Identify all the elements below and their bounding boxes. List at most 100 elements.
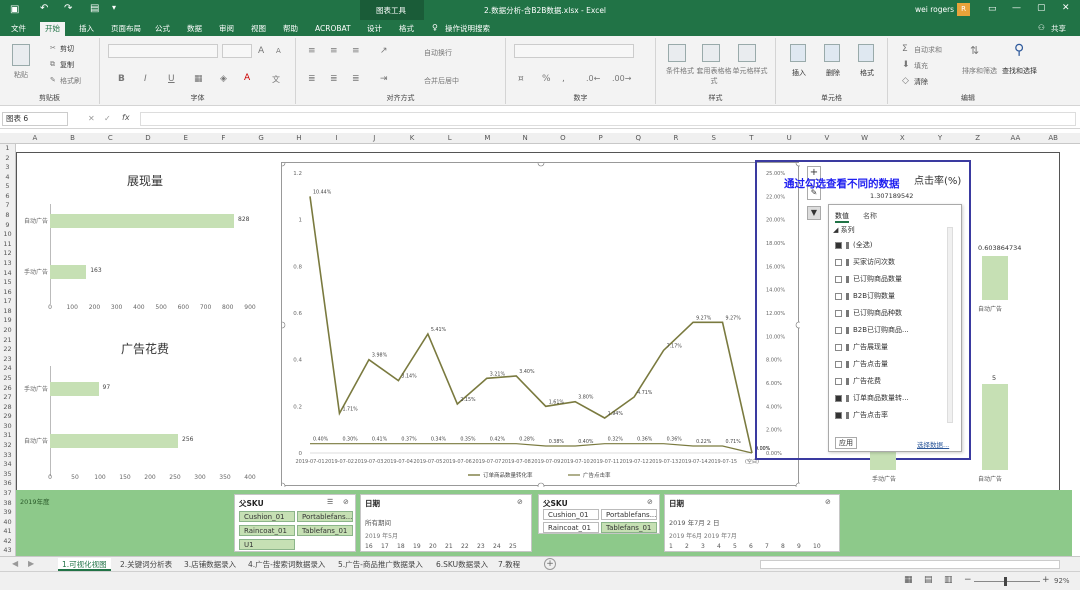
merge-center-button[interactable]: 合并后居中: [424, 76, 459, 86]
column-header[interactable]: P: [582, 133, 620, 144]
date-day[interactable]: 8: [781, 543, 785, 550]
row-header[interactable]: 22: [0, 345, 15, 355]
row-header[interactable]: 14: [0, 269, 15, 279]
clear-filter-icon[interactable]: ⊘: [343, 498, 349, 506]
zoom-out-button[interactable]: −: [964, 575, 972, 585]
confirm-entry-icon[interactable]: ✓: [104, 114, 111, 123]
row-header[interactable]: 19: [0, 316, 15, 326]
delete-cells-button[interactable]: 删除: [826, 68, 840, 78]
autosum-button[interactable]: 自动求和: [914, 45, 942, 55]
row-header[interactable]: 31: [0, 431, 15, 441]
tab-file[interactable]: 文件: [6, 22, 31, 36]
row-header[interactable]: 21: [0, 336, 15, 346]
sku-slicer-2[interactable]: 父SKU ⊘ Cushion_01 Portablefans... Rainco…: [538, 494, 660, 534]
comma-button[interactable]: ,: [562, 74, 565, 84]
maximize-icon[interactable]: ▢: [1037, 3, 1046, 13]
zoom-slider-thumb[interactable]: [1004, 577, 1007, 586]
add-sheet-button[interactable]: +: [544, 558, 556, 570]
column-header[interactable]: Q: [619, 133, 657, 144]
date-day[interactable]: 20: [429, 543, 437, 550]
italic-button[interactable]: I: [144, 74, 147, 84]
date-day[interactable]: 18: [397, 543, 405, 550]
sku-slicer-1[interactable]: 父SKU ☰ ⊘ Cushion_01 Portablefans... Rain…: [234, 494, 356, 552]
row-header[interactable]: 26: [0, 384, 15, 394]
column-header[interactable]: K: [393, 133, 431, 144]
column-header[interactable]: E: [167, 133, 205, 144]
date-slicer-1[interactable]: 日期 ⊘ 所有期间 2019 年5月 16 17 18 19 20 21 22 23 24 25: [360, 494, 532, 552]
row-header[interactable]: 12: [0, 249, 15, 259]
sheet-tab[interactable]: 1.可视化视图: [58, 558, 111, 571]
align-center-icon[interactable]: ≣: [330, 74, 338, 84]
formula-input[interactable]: [140, 112, 1076, 126]
align-left-icon[interactable]: ≣: [308, 74, 316, 84]
normal-view-icon[interactable]: ▦: [904, 575, 913, 585]
row-header[interactable]: 4: [0, 173, 15, 183]
sku-item[interactable]: U1: [239, 539, 295, 550]
row-header[interactable]: 32: [0, 441, 15, 451]
column-header[interactable]: M: [469, 133, 507, 144]
row-header[interactable]: 24: [0, 364, 15, 374]
column-header[interactable]: I: [318, 133, 356, 144]
filter-item[interactable]: 已订购商品种数: [835, 307, 902, 319]
column-header[interactable]: G: [242, 133, 280, 144]
checkbox[interactable]: [835, 309, 842, 317]
filter-tab-values[interactable]: 数值: [835, 211, 849, 223]
indent-icon[interactable]: ⇥: [380, 74, 388, 84]
column-header[interactable]: Z: [959, 133, 997, 144]
date-day[interactable]: 17: [381, 543, 389, 550]
row-header[interactable]: 42: [0, 537, 15, 547]
font-color-button[interactable]: A: [244, 73, 250, 83]
filter-item[interactable]: 订单商品数量转...: [835, 392, 909, 404]
date-day[interactable]: 1: [669, 543, 673, 550]
date-day[interactable]: 23: [477, 543, 485, 550]
row-header[interactable]: 6: [0, 192, 15, 202]
column-header[interactable]: AB: [1034, 133, 1072, 144]
save-icon[interactable]: ▣: [10, 4, 19, 15]
prev-sheet-icon[interactable]: ◀: [12, 559, 18, 568]
undo-icon[interactable]: ↶: [40, 3, 48, 14]
checkbox[interactable]: [835, 326, 842, 334]
date-day[interactable]: 22: [461, 543, 469, 550]
ribbon-display-icon[interactable]: ▭: [988, 4, 997, 14]
redo-icon[interactable]: ↷: [64, 3, 72, 14]
find-select-button[interactable]: 查找和选择: [1002, 66, 1037, 76]
date-day[interactable]: 19: [413, 543, 421, 550]
decrease-decimal-icon[interactable]: .00→: [612, 74, 631, 83]
minimize-icon[interactable]: —: [1012, 3, 1021, 13]
clear-filter-icon[interactable]: ⊘: [647, 498, 653, 506]
row-header[interactable]: 5: [0, 182, 15, 192]
clear-filter-icon[interactable]: ⊘: [517, 498, 523, 506]
name-box[interactable]: 图表 6: [2, 112, 68, 126]
zoom-level[interactable]: 92%: [1054, 577, 1070, 585]
row-header[interactable]: 20: [0, 326, 15, 336]
copy-button[interactable]: 复制: [60, 60, 74, 70]
filter-item[interactable]: 广告点击率: [835, 409, 888, 421]
filter-scrollbar[interactable]: [947, 227, 953, 423]
row-header[interactable]: 33: [0, 451, 15, 461]
clear-button[interactable]: 清除: [914, 77, 928, 87]
align-middle-icon[interactable]: ≡: [330, 46, 338, 56]
tab-chart-design[interactable]: 设计: [362, 22, 387, 36]
close-icon[interactable]: ✕: [1062, 3, 1070, 13]
column-header[interactable]: W: [846, 133, 884, 144]
conditional-format-icon[interactable]: [668, 44, 686, 62]
apply-button[interactable]: 应用: [835, 437, 857, 449]
underline-button[interactable]: U: [168, 74, 175, 84]
function-button[interactable]: fx: [122, 113, 130, 122]
row-header[interactable]: 30: [0, 422, 15, 432]
checkbox[interactable]: [835, 241, 842, 249]
increase-decimal-icon[interactable]: .0←: [586, 74, 600, 83]
date-slicer-2[interactable]: 日期 ⊘ 2019 年7月 2 日 2019 年6月 2019 年7月 1 2 3 4…: [664, 494, 840, 552]
sku-item[interactable]: Cushion_01: [543, 509, 599, 520]
date-day[interactable]: 7: [765, 543, 769, 550]
sku-item[interactable]: Portablefans...: [297, 511, 353, 522]
line-chart-frame[interactable]: 0 0.2 0.4 0.6 0.8 1 1.2 0.00% 2.00% 4.00% 6.00% 8.0…: [278, 159, 803, 490]
column-header[interactable]: T: [733, 133, 771, 144]
row-header[interactable]: 27: [0, 393, 15, 403]
column-header[interactable]: R: [657, 133, 695, 144]
page-break-view-icon[interactable]: ▥: [944, 575, 953, 585]
sku-item[interactable]: Tablefans_01: [297, 525, 353, 536]
tab-acrobat[interactable]: ACROBAT: [310, 22, 356, 36]
column-header[interactable]: C: [91, 133, 129, 144]
filter-item[interactable]: B2B订购数量: [835, 290, 895, 302]
